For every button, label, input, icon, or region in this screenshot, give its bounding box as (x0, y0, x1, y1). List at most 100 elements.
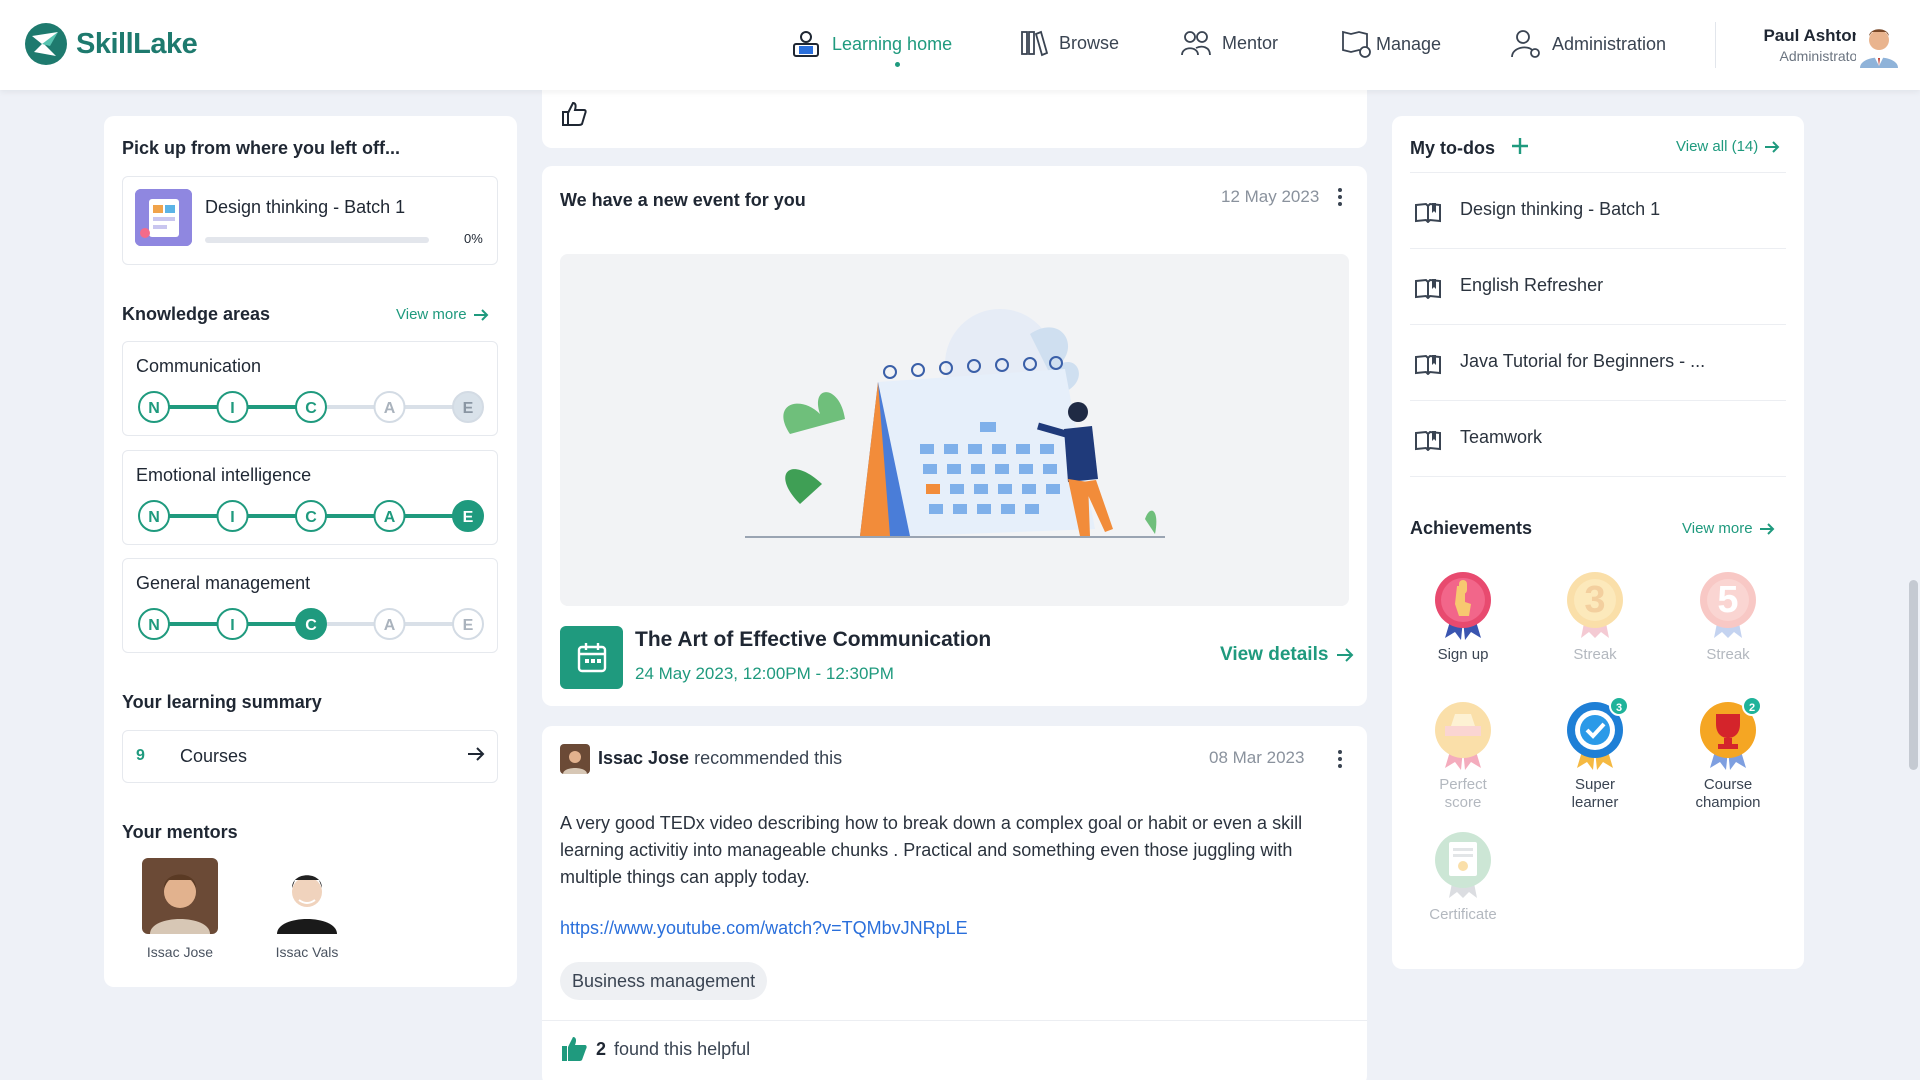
arrow-right-icon (468, 747, 485, 761)
achievement-badge[interactable]: Perfect score (1408, 698, 1518, 812)
arrow-right-icon (473, 308, 489, 321)
level-letter: I (230, 400, 234, 417)
event-title[interactable]: The Art of Effective Communication (635, 628, 991, 652)
achievements-view-more[interactable]: View more (1682, 520, 1775, 537)
open-book-icon (1415, 202, 1441, 223)
level-letter: E (463, 617, 474, 634)
nav-label: Manage (1376, 33, 1442, 54)
level-letter: I (230, 617, 234, 634)
learning-home-icon (793, 31, 819, 57)
user-info[interactable]: Paul Ashton Administrator (1742, 26, 1862, 64)
level-track: NICAE (138, 500, 484, 532)
event-heading: We have a new event for you (560, 190, 806, 210)
level-letter: C (305, 509, 317, 526)
knowledge-area-name: General management (136, 573, 311, 593)
todo-item[interactable]: Java Tutorial for Beginners - ... (1410, 325, 1786, 401)
course-thumbnail (135, 189, 192, 246)
event-date: 12 May 2023 (1221, 187, 1320, 206)
user-name: Paul Ashton (1763, 26, 1862, 45)
nav-learning-home[interactable]: Learning home (790, 28, 952, 60)
streak-3-badge-icon: 3 (1563, 568, 1627, 642)
more-options-icon[interactable] (1338, 750, 1342, 771)
nav-manage[interactable]: Manage (1340, 28, 1441, 60)
recommender-name[interactable]: Issac Jose (598, 748, 689, 768)
level-letter: C (305, 400, 317, 417)
recommender-avatar[interactable] (560, 744, 590, 774)
recommendation-card: Issac Jose recommended this 08 Mar 2023 … (542, 726, 1367, 1080)
todo-item[interactable]: Teamwork (1410, 401, 1786, 477)
skilllake-logo[interactable]: SkillLake (24, 22, 198, 66)
left-panel: Pick up from where you left off... Desig… (104, 116, 517, 987)
achievement-badge[interactable]: 5 Streak (1673, 568, 1783, 664)
more-options-icon[interactable] (1338, 188, 1342, 209)
learning-summary-title: Your learning summary (122, 692, 322, 712)
open-book-icon (1415, 278, 1441, 299)
link-label: View details (1220, 644, 1329, 665)
level-letter: A (384, 400, 396, 417)
mentor-photo (269, 858, 345, 934)
knowledge-area-card[interactable]: Emotional intelligence N I C A E (122, 450, 498, 545)
thumbs-up-icon[interactable] (560, 100, 588, 128)
mentor-name: Issac Vals (275, 944, 339, 960)
recommendation-action: recommended this (689, 748, 843, 768)
logo-mark-icon (25, 23, 67, 65)
todo-item[interactable]: Design thinking - Batch 1 (1410, 173, 1786, 249)
event-card: We have a new event for you 12 May 2023 (542, 166, 1367, 706)
level-letter: E (463, 400, 474, 417)
badge-label: Course champion (1695, 776, 1761, 811)
user-role: Administrator (1779, 48, 1862, 64)
resume-course-title: Design thinking - Batch 1 (205, 197, 406, 217)
knowledge-view-more[interactable]: View more (396, 306, 489, 323)
resume-course-card[interactable]: Design thinking - Batch 1 0% (122, 176, 498, 265)
resume-title: Pick up from where you left off... (122, 138, 401, 158)
todo-item[interactable]: English Refresher (1410, 249, 1786, 325)
link-label: View more (396, 306, 467, 323)
todo-label: Teamwork (1460, 427, 1543, 447)
mentor-card[interactable]: Issac Jose (142, 858, 218, 960)
user-avatar[interactable] (1856, 20, 1902, 68)
level-letter: N (148, 617, 160, 634)
badge-label: Perfect score (1439, 776, 1487, 811)
todo-label: English Refresher (1460, 275, 1604, 295)
thumbs-up-filled-icon[interactable] (560, 1036, 588, 1062)
right-panel: My to-dos View all (14) Design thinking … (1392, 116, 1804, 969)
knowledge-area-card[interactable]: Communication N I C A E (122, 341, 498, 436)
topic-tag[interactable]: Business management (560, 962, 768, 1000)
view-details-link[interactable]: View details (1220, 644, 1354, 666)
mentor-photo (142, 858, 218, 934)
summary-courses-row[interactable]: 9 Courses (122, 730, 498, 783)
streak-number: 3 (1584, 579, 1606, 621)
achievement-badge[interactable]: Certificate (1408, 828, 1518, 924)
arrow-right-icon (1765, 140, 1780, 153)
mentor-card[interactable]: Issac Vals (269, 858, 345, 960)
recommendation-link[interactable]: https://www.youtube.com/watch?v=TQMbvJNR… (560, 918, 968, 939)
todos-view-all[interactable]: View all (14) (1676, 138, 1780, 155)
achievement-badge[interactable]: 2 Course champion (1673, 696, 1783, 812)
nav-label: Learning home (832, 33, 953, 54)
nav-mentor[interactable]: Mentor (1180, 28, 1278, 58)
badge-count: 2 (1742, 696, 1762, 716)
helpful-row: 2 found this helpful (560, 1036, 750, 1062)
arrow-right-icon (1337, 648, 1354, 662)
perfect-score-badge-icon (1431, 698, 1495, 772)
achievement-badge[interactable]: 3 Streak (1540, 568, 1650, 664)
level-letter: N (148, 509, 160, 526)
level-letter: A (384, 509, 396, 526)
badge-label: Super learner (1571, 776, 1619, 811)
add-todo-icon[interactable] (1510, 136, 1530, 156)
page-scrollbar[interactable] (1909, 580, 1918, 770)
nav-browse[interactable]: Browse (1019, 28, 1119, 58)
achievement-badge[interactable]: Sign up (1408, 568, 1518, 664)
level-track: NICAE (138, 391, 484, 423)
admin-user-icon (1511, 30, 1540, 58)
nav-administration[interactable]: Administration (1510, 28, 1666, 60)
progress-bar (205, 237, 429, 243)
summary-count: 9 (136, 747, 145, 764)
knowledge-area-name: Emotional intelligence (136, 465, 312, 485)
badge-label: Streak (1706, 646, 1750, 663)
knowledge-area-card[interactable]: General management N I C A E (122, 558, 498, 653)
achievement-badge[interactable]: 3 Super learner (1540, 696, 1650, 812)
todo-label: Java Tutorial for Beginners - ... (1460, 351, 1706, 371)
library-icon (1021, 30, 1049, 57)
badge-label: Sign up (1437, 646, 1489, 663)
